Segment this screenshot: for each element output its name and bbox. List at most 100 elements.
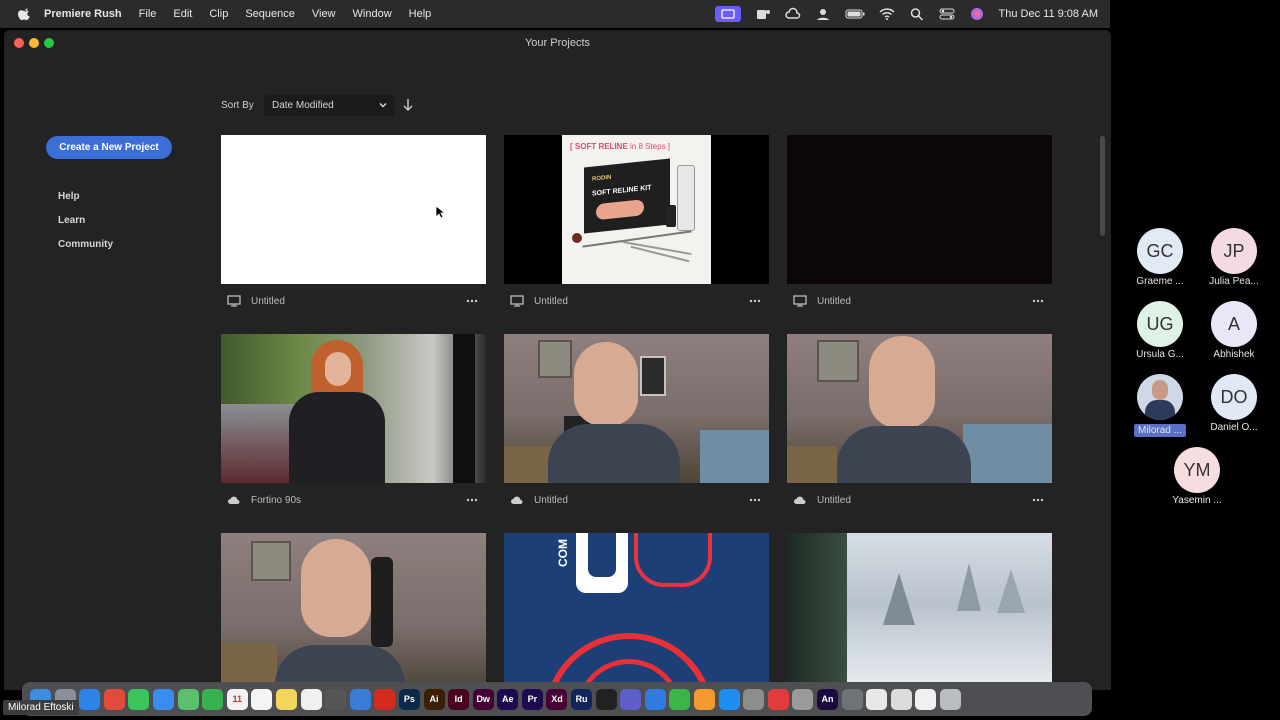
- sidebar-link-learn[interactable]: Learn: [58, 215, 85, 226]
- participant-tile[interactable]: Milorad ...: [1120, 374, 1200, 438]
- more-options-icon[interactable]: [1032, 299, 1044, 303]
- numbers-icon[interactable]: [669, 688, 691, 710]
- calendar-icon[interactable]: 11: [226, 688, 248, 710]
- participant-tile[interactable]: YM Yasemin ...: [1157, 447, 1237, 506]
- menu-help[interactable]: Help: [409, 8, 432, 20]
- project-thumbnail[interactable]: [504, 334, 769, 483]
- projects-scrollbar[interactable]: [1100, 136, 1105, 236]
- keynote-icon[interactable]: [644, 688, 666, 710]
- messages-icon[interactable]: [128, 688, 150, 710]
- dreamweaver-icon[interactable]: Dw: [472, 688, 494, 710]
- participant-tile[interactable]: JP Julia Pea...: [1194, 228, 1274, 287]
- project-thumbnail[interactable]: COM: [504, 533, 769, 690]
- project-name[interactable]: Untitled: [534, 296, 568, 307]
- facetime-icon[interactable]: [202, 688, 224, 710]
- project-card[interactable]: Untitled: [504, 334, 769, 506]
- screenshot-icon[interactable]: [792, 688, 814, 710]
- rush-icon[interactable]: Ru: [571, 688, 593, 710]
- sort-dropdown[interactable]: Date Modified: [264, 95, 394, 116]
- screen-share-icon[interactable]: [714, 6, 741, 22]
- minimize-window-button[interactable]: [29, 38, 39, 48]
- chrome-icon[interactable]: [103, 688, 125, 710]
- creative-cloud-status-icon[interactable]: [784, 7, 801, 21]
- menu-file[interactable]: File: [139, 8, 157, 20]
- pages-icon[interactable]: [694, 688, 716, 710]
- notes-icon[interactable]: [275, 688, 297, 710]
- folder-icon[interactable]: [890, 688, 912, 710]
- participant-tile[interactable]: A Abhishek: [1194, 301, 1274, 360]
- project-card[interactable]: [ SOFT RELINE in 8 Steps ] RODIN SOFT RE…: [504, 135, 769, 307]
- project-card[interactable]: Fortino 90s: [221, 334, 486, 506]
- project-thumbnail[interactable]: [787, 135, 1052, 284]
- more-options-icon[interactable]: [1032, 498, 1044, 502]
- mail-icon[interactable]: [152, 688, 174, 710]
- sidebar-link-help[interactable]: Help: [58, 191, 80, 202]
- reminders-icon[interactable]: [251, 688, 273, 710]
- menu-app-name[interactable]: Premiere Rush: [44, 8, 122, 20]
- acrobat-icon[interactable]: [374, 688, 396, 710]
- teams-icon[interactable]: [620, 688, 642, 710]
- siri-icon[interactable]: [969, 7, 985, 21]
- project-thumbnail[interactable]: [221, 334, 486, 483]
- more-options-icon[interactable]: [466, 498, 478, 502]
- project-name[interactable]: Fortino 90s: [251, 495, 301, 506]
- project-card[interactable]: Untitled: [221, 135, 486, 307]
- sort-direction-arrow-icon[interactable]: [401, 97, 415, 113]
- project-card[interactable]: Untitled: [787, 334, 1052, 506]
- project-thumbnail[interactable]: [787, 334, 1052, 483]
- participant-tile[interactable]: DO Daniel O...: [1194, 374, 1274, 433]
- sidebar-link-community[interactable]: Community: [58, 239, 113, 250]
- more-options-icon[interactable]: [749, 299, 761, 303]
- project-thumbnail[interactable]: [ SOFT RELINE in 8 Steps ] RODIN SOFT RE…: [504, 135, 769, 284]
- clock[interactable]: Thu Dec 11 9:08 AM: [999, 8, 1098, 20]
- illustrator-icon[interactable]: Ai: [423, 688, 445, 710]
- photoshop-icon[interactable]: Ps: [398, 688, 420, 710]
- xd-icon[interactable]: Xd: [546, 688, 568, 710]
- system-settings-icon[interactable]: [743, 688, 765, 710]
- menu-clip[interactable]: Clip: [209, 8, 228, 20]
- documents-icon[interactable]: [866, 688, 888, 710]
- app-store-icon[interactable]: [718, 688, 740, 710]
- project-thumbnail[interactable]: [787, 533, 1052, 690]
- project-name[interactable]: Untitled: [817, 296, 851, 307]
- premiere-pro-icon[interactable]: Pr: [521, 688, 543, 710]
- project-card[interactable]: Untitled: [787, 135, 1052, 307]
- project-card[interactable]: [221, 533, 486, 690]
- zoom-window-button[interactable]: [44, 38, 54, 48]
- project-name[interactable]: Untitled: [817, 495, 851, 506]
- preview-icon[interactable]: [349, 688, 371, 710]
- creative-cloud-icon[interactable]: [767, 688, 789, 710]
- animate-icon[interactable]: An: [817, 688, 838, 710]
- folder2-icon[interactable]: [915, 688, 937, 710]
- figma-icon[interactable]: [595, 688, 617, 710]
- menu-sequence[interactable]: Sequence: [245, 8, 295, 20]
- project-name[interactable]: Untitled: [534, 495, 568, 506]
- more-options-icon[interactable]: [749, 498, 761, 502]
- teams-status-icon[interactable]: [755, 7, 771, 21]
- control-center-icon[interactable]: [939, 7, 955, 21]
- project-thumbnail[interactable]: [221, 135, 486, 284]
- trash-icon[interactable]: [939, 688, 961, 710]
- participant-tile[interactable]: UG Ursula G...: [1120, 301, 1200, 360]
- safari-icon[interactable]: [79, 688, 101, 710]
- menu-edit[interactable]: Edit: [173, 8, 192, 20]
- project-card[interactable]: COM: [504, 533, 769, 690]
- menu-view[interactable]: View: [312, 8, 336, 20]
- downloads-icon[interactable]: [841, 688, 863, 710]
- battery-icon[interactable]: [845, 7, 865, 21]
- create-new-project-button[interactable]: Create a New Project: [46, 136, 172, 159]
- project-card[interactable]: [787, 533, 1052, 690]
- apple-icon[interactable]: [18, 7, 32, 21]
- participant-tile[interactable]: GC Graeme ...: [1120, 228, 1200, 287]
- more-options-icon[interactable]: [466, 299, 478, 303]
- menu-window[interactable]: Window: [353, 8, 392, 20]
- project-thumbnail[interactable]: [221, 533, 486, 690]
- calculator-icon[interactable]: [325, 688, 347, 710]
- wifi-icon[interactable]: [879, 7, 895, 21]
- indesign-icon[interactable]: Id: [448, 688, 470, 710]
- search-icon[interactable]: [909, 7, 925, 21]
- close-window-button[interactable]: [14, 38, 24, 48]
- after-effects-icon[interactable]: Ae: [497, 688, 519, 710]
- project-name[interactable]: Untitled: [251, 296, 285, 307]
- maps-icon[interactable]: [177, 688, 199, 710]
